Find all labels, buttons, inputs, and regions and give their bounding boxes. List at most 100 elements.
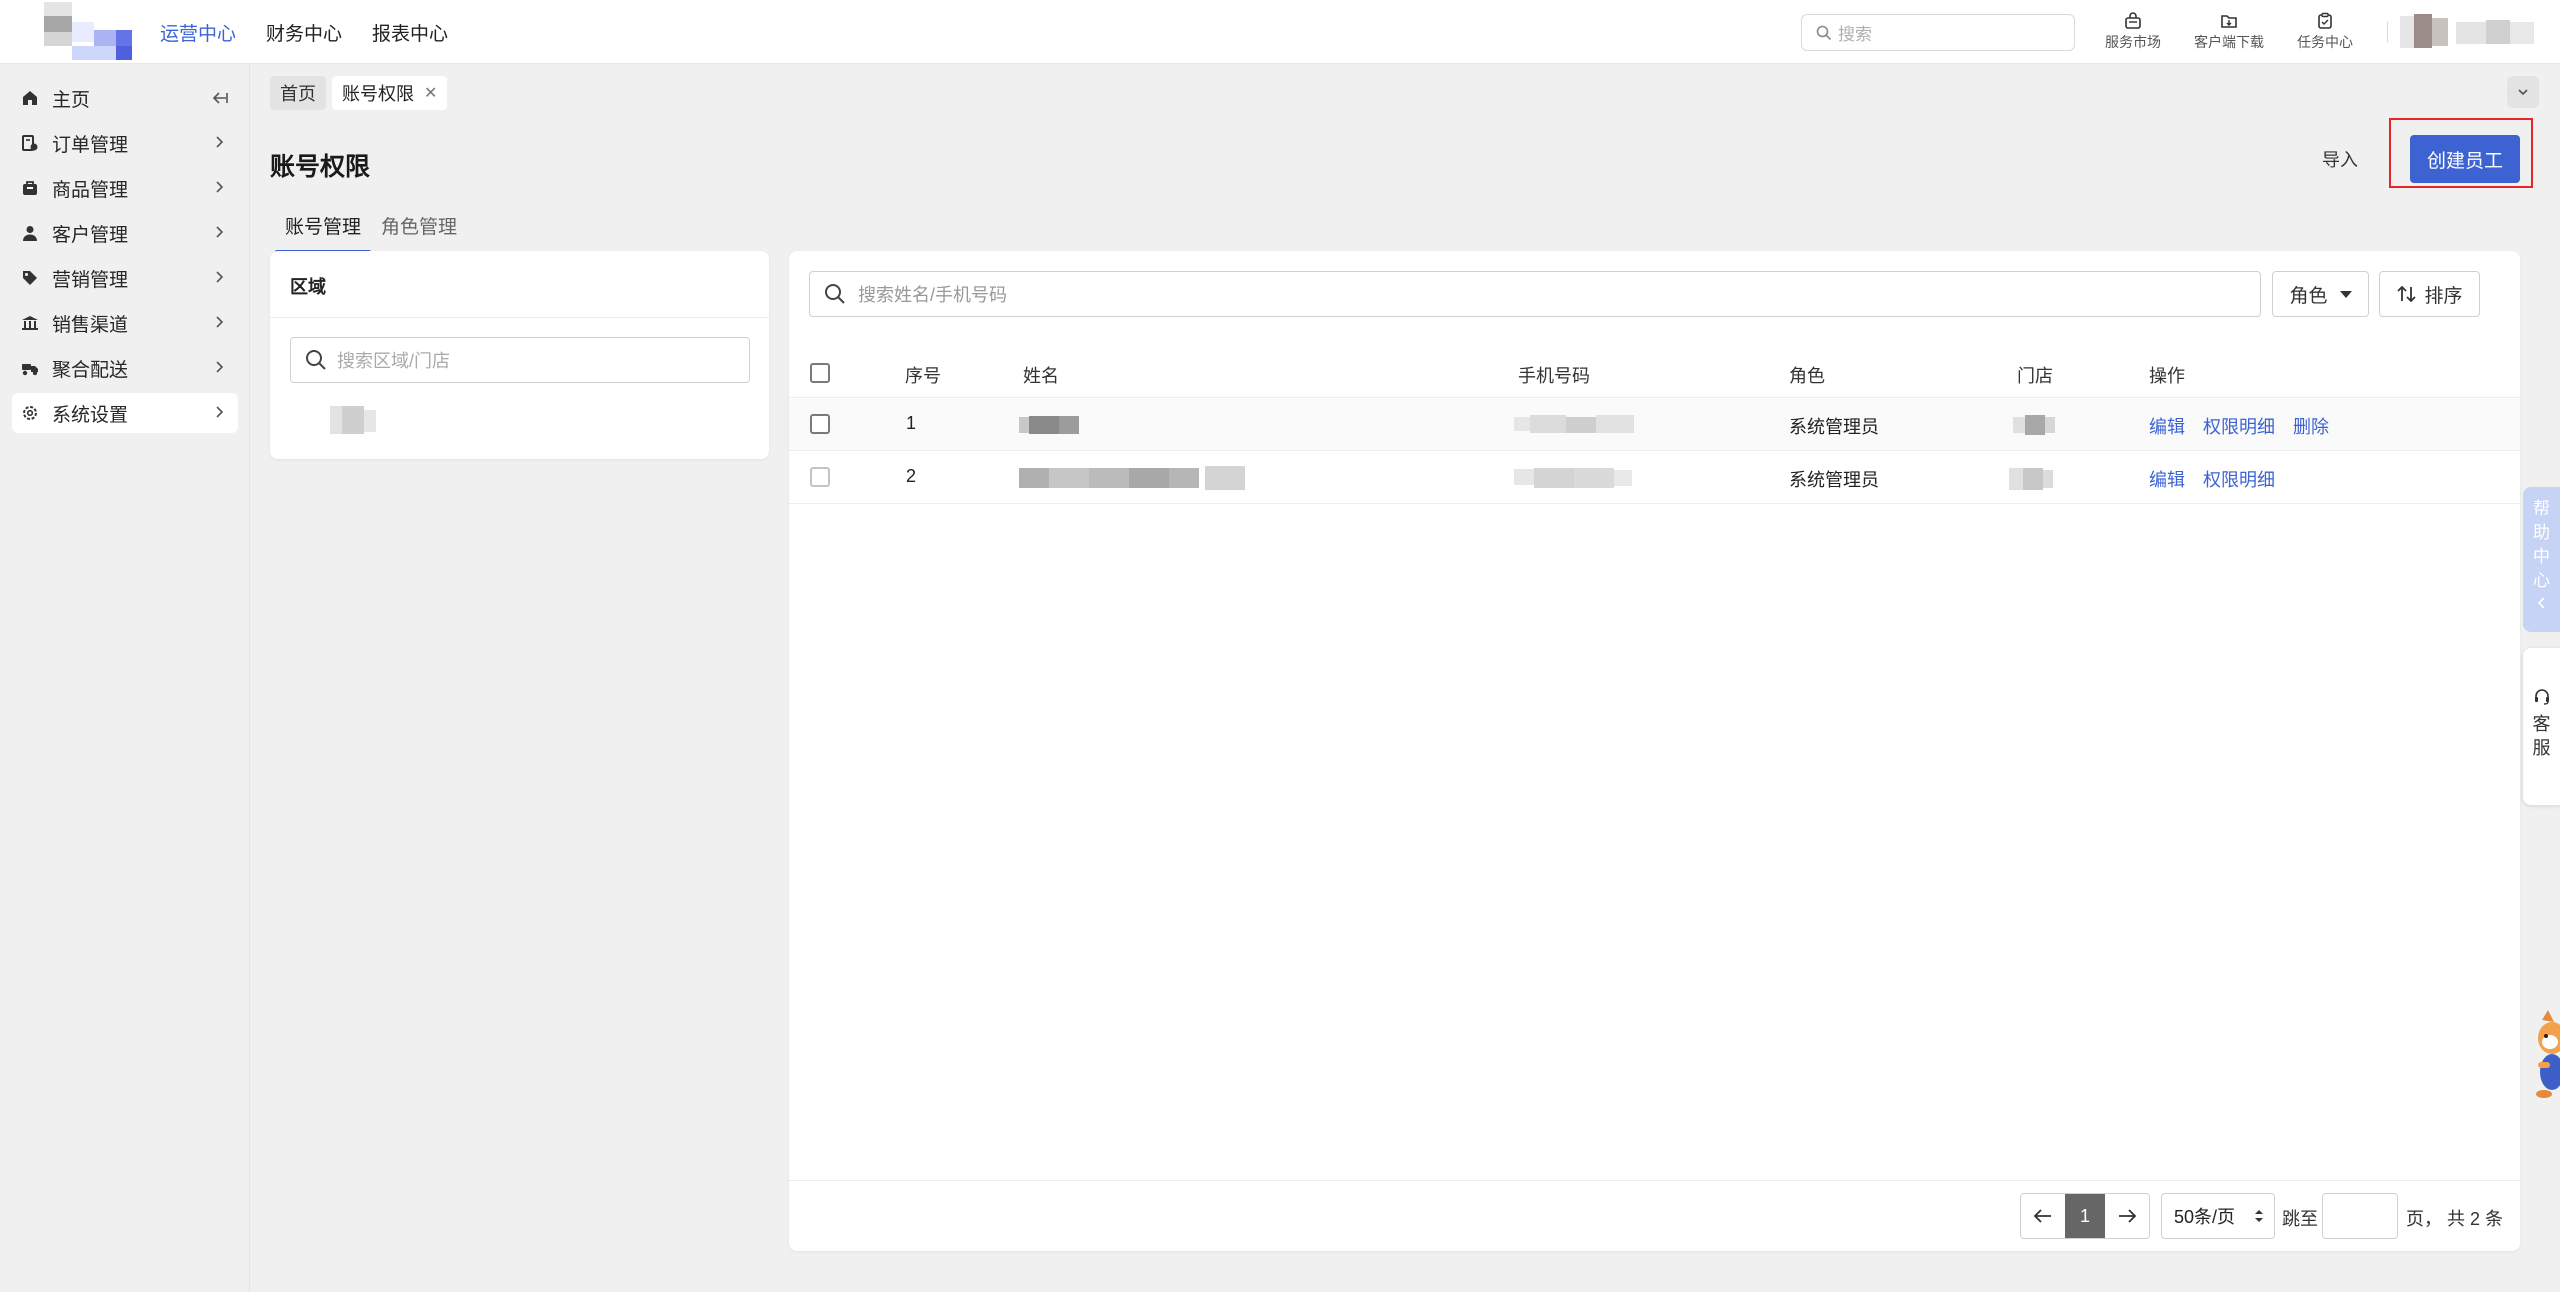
service-char: 服	[2532, 738, 2551, 758]
tab-home[interactable]: 首页	[270, 76, 326, 110]
tab-role-management[interactable]: 角色管理	[381, 212, 457, 252]
prev-page-button[interactable]	[2021, 1194, 2065, 1238]
nav-finance[interactable]: 财务中心	[266, 19, 342, 46]
top-bar: 运营中心 财务中心 报表中心 搜索 服务市场 客户端下载 任务中心	[0, 0, 2560, 64]
collapse-sidebar-icon[interactable]	[210, 88, 230, 114]
updown-icon	[2255, 1210, 2263, 1222]
employee-table-panel: 搜索姓名/手机号码 角色 排序 序号 姓名 手机号码 角色 门店 操作 1 系统…	[789, 251, 2520, 1251]
region-tree-item[interactable]	[330, 406, 376, 434]
nav-reports[interactable]: 报表中心	[372, 19, 448, 46]
region-title: 区域	[290, 277, 326, 297]
sidebar-item-label: 系统设置	[52, 404, 129, 426]
sidebar-item-channels[interactable]: 销售渠道	[12, 303, 238, 343]
top-nav: 运营中心 财务中心 报表中心	[160, 0, 478, 64]
client-download-label: 客户端下载	[2194, 34, 2264, 50]
edit-link[interactable]: 编辑	[2149, 466, 2185, 492]
redacted-store	[2013, 413, 2057, 435]
row-index: 1	[906, 413, 917, 433]
employee-search-placeholder: 搜索姓名/手机号码	[858, 285, 1008, 305]
task-center-button[interactable]: 任务中心	[2277, 8, 2373, 56]
sort-label: 排序	[2424, 285, 2463, 307]
redacted-phone	[1514, 466, 1636, 488]
help-char: 帮	[2533, 499, 2550, 518]
employee-search-input[interactable]: 搜索姓名/手机号码	[809, 271, 2261, 317]
role-filter-dropdown[interactable]: 角色	[2272, 271, 2369, 317]
sidebar-item-home[interactable]: 主页	[12, 78, 238, 118]
region-search-input[interactable]: 搜索区域/门店	[290, 337, 750, 383]
region-panel: 区域 搜索区域/门店	[270, 251, 769, 459]
sidebar-item-delivery[interactable]: 聚合配送	[12, 348, 238, 388]
permission-detail-link[interactable]: 权限明细	[2203, 413, 2275, 439]
service-market-label: 服务市场	[2105, 34, 2161, 50]
redacted-phone	[1514, 413, 1636, 435]
delivery-icon	[20, 358, 40, 378]
tab-account-management[interactable]: 账号管理	[274, 212, 372, 254]
row-checkbox[interactable]	[810, 414, 830, 434]
edit-link[interactable]: 编辑	[2149, 413, 2185, 439]
help-char: 中	[2533, 547, 2550, 566]
sort-button[interactable]: 排序	[2379, 271, 2480, 317]
global-search-input[interactable]: 搜索	[1801, 14, 2075, 51]
user-avatar[interactable]	[2400, 14, 2540, 50]
sidebar-item-label: 客户管理	[52, 224, 129, 246]
page-tabs: 首页 账号权限 ✕	[270, 76, 453, 110]
import-button[interactable]: 导入	[2322, 146, 2358, 172]
folder-download-icon	[2221, 15, 2237, 28]
headset-icon	[2533, 688, 2551, 712]
header-actions: 操作	[2149, 366, 2185, 386]
search-icon	[306, 350, 326, 370]
sidebar-item-label: 订单管理	[52, 134, 129, 156]
service-market-button[interactable]: 服务市场	[2085, 8, 2181, 56]
sidebar-item-settings[interactable]: 系统设置	[12, 393, 238, 433]
role-filter-label: 角色	[2289, 285, 2328, 307]
create-employee-button[interactable]: 创建员工	[2410, 135, 2520, 183]
header-store: 门店	[2017, 366, 2053, 386]
divider	[270, 317, 769, 318]
tab-account-permissions[interactable]: 账号权限 ✕	[332, 76, 448, 110]
table-row[interactable]: 2 系统管理员 编辑 权限明细	[789, 452, 2520, 504]
sidebar-item-marketing[interactable]: 营销管理	[12, 258, 238, 298]
page-title: 账号权限	[270, 153, 371, 181]
table-header: 序号 姓名 手机号码 角色 门店 操作	[789, 348, 2520, 398]
help-char: 心	[2533, 571, 2550, 590]
page-size-select[interactable]: 50条/页	[2161, 1193, 2275, 1239]
total-count: 页， 共 2 条	[2406, 1209, 2504, 1229]
gear-icon	[20, 403, 40, 423]
nav-operations[interactable]: 运营中心	[160, 19, 236, 46]
customer-service-tab[interactable]: 客 服	[2523, 648, 2560, 805]
delete-link[interactable]: 删除	[2293, 413, 2329, 439]
logo[interactable]	[36, 2, 136, 62]
chevron-right-icon	[210, 358, 228, 382]
goods-icon	[20, 178, 40, 198]
pagination: 1	[2020, 1193, 2150, 1239]
clipboard-icon	[2318, 12, 2332, 29]
current-page[interactable]: 1	[2065, 1194, 2105, 1238]
chevron-right-icon	[210, 178, 228, 202]
next-page-button[interactable]	[2105, 1194, 2149, 1238]
bank-icon	[20, 313, 40, 333]
sidebar-item-goods[interactable]: 商品管理	[12, 168, 238, 208]
jump-label: 跳至	[2282, 1209, 2318, 1229]
subtabs: 账号管理 角色管理	[274, 212, 477, 254]
tabs-dropdown-button[interactable]	[2507, 76, 2539, 108]
chevron-right-icon	[210, 223, 228, 247]
user-icon	[20, 223, 40, 243]
mascot-image[interactable]	[2528, 1010, 2560, 1098]
table-row[interactable]: 1 系统管理员 编辑 权限明细 删除	[789, 399, 2520, 451]
tag-icon	[20, 268, 40, 288]
sidebar-item-customers[interactable]: 客户管理	[12, 213, 238, 253]
jump-page-input[interactable]	[2322, 1193, 2398, 1239]
global-search-placeholder: 搜索	[1838, 25, 1872, 44]
close-icon[interactable]: ✕	[424, 83, 437, 103]
help-center-tab[interactable]: 帮 助 中 心	[2523, 487, 2560, 632]
chevron-right-icon	[210, 403, 228, 427]
row-checkbox[interactable]	[810, 467, 830, 487]
chevron-left-icon	[2536, 593, 2548, 617]
sidebar-item-orders[interactable]: 订单管理	[12, 123, 238, 163]
client-download-button[interactable]: 客户端下载	[2181, 8, 2277, 56]
region-search-placeholder: 搜索区域/门店	[337, 351, 451, 371]
divider	[789, 1180, 2520, 1181]
permission-detail-link[interactable]: 权限明细	[2203, 466, 2275, 492]
tab-home-label: 首页	[280, 84, 316, 104]
select-all-checkbox[interactable]	[810, 363, 830, 383]
